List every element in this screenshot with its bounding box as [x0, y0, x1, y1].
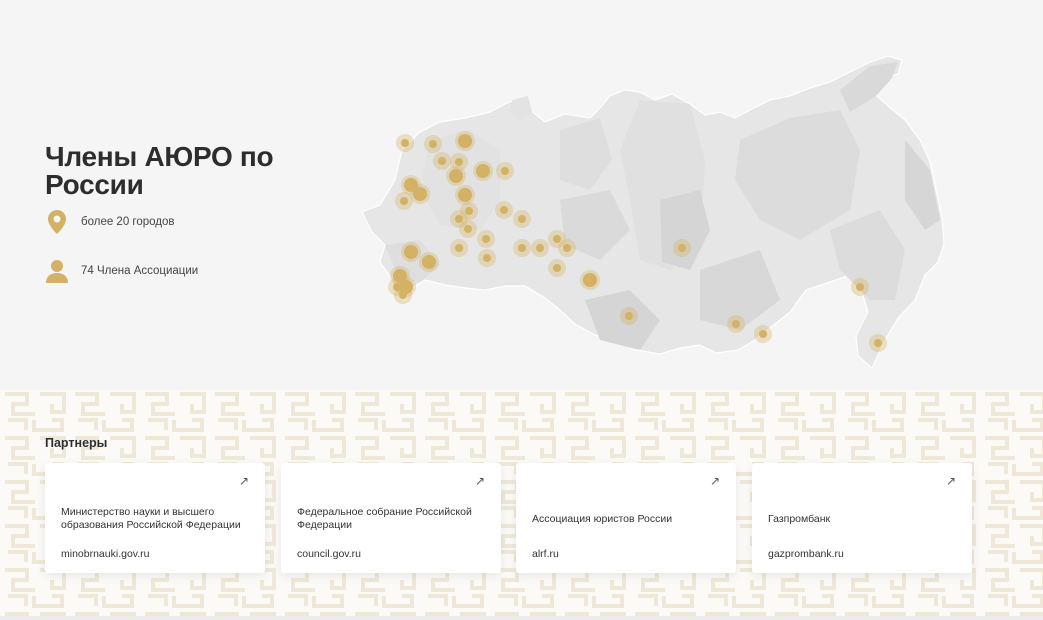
city-marker[interactable]: [446, 166, 466, 186]
partner-name: Министерство науки и высшего образования…: [61, 506, 241, 531]
city-marker[interactable]: [513, 239, 531, 257]
city-marker[interactable]: [580, 270, 600, 290]
city-marker[interactable]: [459, 220, 477, 238]
partner-card-council[interactable]: ↗ Федеральное собрание Российской Федера…: [281, 463, 501, 573]
city-marker[interactable]: [394, 286, 412, 304]
city-marker[interactable]: [477, 230, 495, 248]
cities-stat: более 20 городов: [45, 209, 175, 235]
partner-link[interactable]: alrf.ru: [532, 548, 559, 560]
partner-name: Газпромбанк: [768, 512, 831, 525]
city-marker[interactable]: [869, 334, 887, 352]
city-marker[interactable]: [395, 192, 413, 210]
partner-card-alrf[interactable]: ↗ Ассоциация юристов России alrf.ru: [516, 463, 736, 573]
partners-title: Партнеры: [45, 436, 108, 450]
city-marker[interactable]: [433, 152, 451, 170]
city-marker[interactable]: [673, 239, 691, 257]
cities-count-text: более 20 городов: [81, 216, 175, 228]
city-marker[interactable]: [450, 239, 468, 257]
external-link-icon[interactable]: ↗: [239, 474, 249, 488]
map-pin-icon: [45, 209, 69, 235]
members-count-text: 74 Члена Ассоциации: [81, 265, 199, 277]
partner-link[interactable]: gazprombank.ru: [768, 548, 844, 560]
city-marker[interactable]: [513, 210, 531, 228]
partner-card-minobrnauki[interactable]: ↗ Министерство науки и высшего образован…: [45, 463, 265, 573]
partner-link[interactable]: minobrnauki.gov.ru: [61, 548, 150, 560]
city-marker[interactable]: [727, 315, 745, 333]
city-marker[interactable]: [419, 252, 439, 272]
city-marker[interactable]: [473, 161, 493, 181]
partner-name: Федеральное собрание Российской Федераци…: [297, 506, 472, 531]
russia-map: [361, 55, 945, 369]
city-marker[interactable]: [396, 134, 414, 152]
city-marker[interactable]: [495, 201, 513, 219]
external-link-icon[interactable]: ↗: [475, 474, 485, 488]
partner-card-gazprombank[interactable]: ↗ Газпромбанк gazprombank.ru: [752, 463, 972, 573]
bottom-divider: [0, 616, 1043, 620]
city-marker[interactable]: [531, 239, 549, 257]
page-title: Члены АЮРО по России: [45, 141, 274, 200]
partner-link[interactable]: council.gov.ru: [297, 548, 361, 560]
city-marker[interactable]: [424, 135, 442, 153]
city-marker[interactable]: [401, 242, 421, 262]
city-marker[interactable]: [620, 307, 638, 325]
city-marker[interactable]: [455, 185, 475, 205]
city-marker[interactable]: [754, 325, 772, 343]
members-stat: 74 Члена Ассоциации: [45, 258, 198, 284]
city-marker[interactable]: [478, 249, 496, 267]
city-marker[interactable]: [548, 259, 566, 277]
members-section: Члены АЮРО по России более 20 городов 74…: [0, 0, 1043, 390]
city-marker[interactable]: [558, 239, 576, 257]
external-link-icon[interactable]: ↗: [710, 474, 720, 488]
city-marker[interactable]: [851, 278, 869, 296]
external-link-icon[interactable]: ↗: [946, 474, 956, 488]
city-marker[interactable]: [496, 162, 514, 180]
city-marker[interactable]: [455, 131, 475, 151]
person-icon: [45, 258, 69, 284]
partner-name: Ассоциация юристов России: [532, 512, 673, 525]
